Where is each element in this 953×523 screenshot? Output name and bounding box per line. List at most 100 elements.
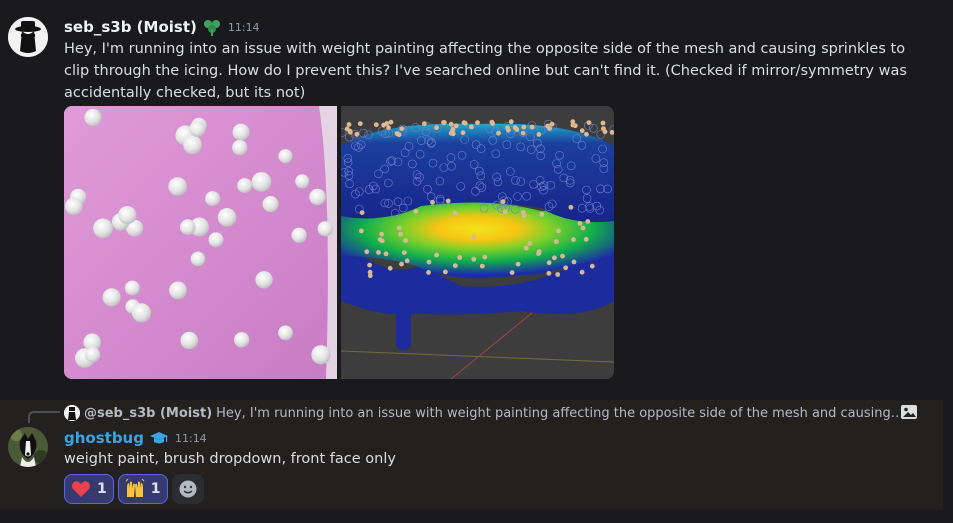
- sprinkle-ball: [255, 271, 273, 289]
- reply-preview[interactable]: @seb_s3b (Moist) Hey, I'm running into a…: [64, 403, 906, 423]
- sprinkle-dot: [555, 272, 561, 277]
- sprinkle-ball: [168, 177, 187, 196]
- sprinkle-ball: [278, 325, 293, 341]
- sprinkle-dot: [471, 234, 477, 240]
- sprinkle-dot: [502, 209, 508, 214]
- sprinkle-dot: [434, 125, 439, 131]
- sprinkle-ball: [205, 191, 221, 207]
- sprinkle-dot: [426, 259, 432, 265]
- sprinkle-ball: [311, 345, 331, 365]
- sprinkle-dot: [453, 123, 459, 129]
- reactions: 1 1: [64, 474, 204, 504]
- sprinkle-dot: [577, 221, 583, 226]
- sprinkle-ball: [237, 178, 253, 194]
- sprinkle-dot: [379, 231, 385, 237]
- username[interactable]: ghostbug: [64, 429, 144, 447]
- sprinkle-dot: [563, 265, 569, 271]
- message-ghostbug: @seb_s3b (Moist) Hey, I'm running into a…: [0, 400, 943, 510]
- reply-text: Hey, I'm running into an issue with weig…: [216, 405, 906, 421]
- sprinkle-ball: [131, 303, 152, 323]
- sprinkle-dot: [589, 263, 595, 269]
- sprinkle-dot: [579, 128, 585, 134]
- sprinkle-ball: [84, 347, 101, 363]
- sprinkle-dot: [523, 245, 529, 251]
- sprinkle-dot: [536, 249, 542, 254]
- sprinkle-dot: [388, 119, 394, 125]
- reply-connector: [28, 411, 60, 423]
- reply-mention[interactable]: @seb_s3b (Moist): [84, 406, 212, 421]
- raised-hands-icon: [125, 479, 145, 497]
- sprinkle-ball: [251, 172, 272, 192]
- sprinkle-dot: [556, 228, 561, 234]
- sprinkle-dot: [527, 241, 533, 247]
- sprinkle-dot: [399, 126, 405, 132]
- sprinkle-dot: [520, 210, 526, 215]
- message-text: weight paint, brush dropdown, front face…: [64, 451, 396, 467]
- sprinkle-dot: [571, 259, 577, 265]
- reaction-count: 1: [150, 481, 161, 497]
- sprinkle-dot: [443, 269, 448, 275]
- sprinkle-dot: [552, 255, 557, 261]
- sprinkle-dot: [571, 237, 576, 243]
- sprinkle-dot: [399, 261, 404, 267]
- sprinkle-ball: [309, 188, 326, 206]
- sprinkle-dot: [508, 119, 514, 125]
- sprinkle-dot: [568, 204, 574, 210]
- sprinkle-dot: [570, 122, 576, 128]
- username[interactable]: seb_s3b (Moist): [64, 18, 197, 36]
- sprinkle-ball: [84, 108, 102, 127]
- sprinkle-ball: [234, 332, 250, 348]
- reaction-heart[interactable]: 1: [64, 474, 114, 504]
- message-header: ghostbug 11:14: [64, 427, 207, 449]
- sprinkle-dot: [496, 130, 501, 136]
- sprinkle-dot: [460, 130, 466, 136]
- pink-surface-sprinkles-image[interactable]: [64, 106, 337, 379]
- avatar[interactable]: [8, 427, 48, 467]
- sprinkle-dot: [482, 254, 488, 260]
- message-seb: seb_s3b (Moist) 11:14 Hey, I'm running i…: [0, 0, 953, 398]
- reaction-raised-hands[interactable]: 1: [117, 474, 168, 504]
- sprinkle-dot: [479, 263, 485, 269]
- heart-icon: [72, 481, 90, 497]
- sprinkle-dot: [401, 250, 407, 256]
- sprinkle-dot: [560, 253, 565, 259]
- weight-paint-mesh-image[interactable]: [341, 106, 614, 379]
- graduation-cap-icon: [149, 428, 169, 448]
- smiley-icon: [179, 480, 196, 498]
- sprinkle-dot: [422, 121, 427, 127]
- sprinkle-ball: [295, 174, 310, 189]
- sprinkle-dot: [346, 122, 352, 127]
- sprinkle-dot: [469, 124, 474, 130]
- sprinkle-dot: [471, 256, 477, 262]
- sprinkle-dot: [452, 263, 458, 268]
- sprinkle-dot: [381, 122, 387, 128]
- sprinkle-dot: [457, 255, 463, 260]
- sprinkle-dot: [580, 225, 586, 231]
- sprinkle-dot: [403, 238, 408, 243]
- sprinkle-ball: [189, 120, 206, 137]
- sprinkle-ball: [317, 221, 333, 237]
- sprinkle-ball: [65, 197, 83, 216]
- sprinkle-dot: [364, 249, 370, 255]
- avatar[interactable]: [8, 17, 48, 57]
- sprinkle-ball: [124, 280, 140, 296]
- sprinkle-dot: [367, 273, 373, 279]
- sprinkle-dot: [529, 124, 535, 130]
- sprinkle-dot: [500, 199, 506, 204]
- sprinkle-ball: [232, 139, 248, 156]
- sprinkle-dot: [430, 199, 435, 205]
- add-reaction-button[interactable]: [171, 474, 204, 504]
- sprinkle-ball: [169, 281, 187, 300]
- hat-silhouette-icon: [8, 17, 48, 57]
- sprinkle-dot: [379, 238, 385, 244]
- dog-photo-icon: [8, 427, 48, 467]
- sprinkle-dot: [554, 239, 559, 245]
- reply-avatar: [64, 405, 80, 421]
- reaction-count: 1: [97, 481, 107, 497]
- sprinkle-ball: [208, 232, 224, 248]
- sprinkle-dot: [514, 127, 520, 132]
- sprinkle-dot: [404, 258, 410, 264]
- sprinkle-dot: [521, 124, 527, 130]
- sprinkle-ball: [190, 251, 206, 267]
- sprinkle-dot: [386, 125, 391, 131]
